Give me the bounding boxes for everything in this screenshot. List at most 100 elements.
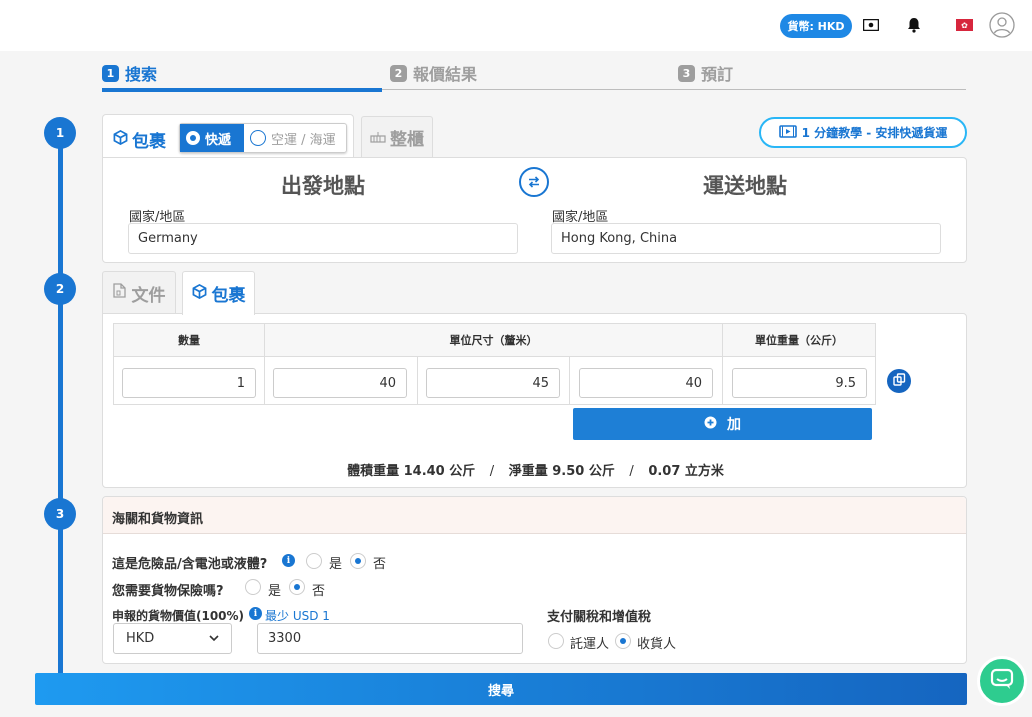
bell-icon[interactable] <box>905 16 923 34</box>
tab-parcel[interactable]: 包裹 快遞 空運 / 海運 <box>102 114 354 158</box>
video-icon <box>778 124 797 141</box>
vol-weight-value: 14.40 公斤 <box>403 464 476 479</box>
section-circle-3: 3 <box>44 498 76 530</box>
weight-header: 單位重量（公斤） <box>722 323 876 357</box>
cash-icon[interactable] <box>862 16 880 34</box>
minimum-value-text: 最少 USD 1 <box>265 609 330 623</box>
dangerous-yes-radio[interactable] <box>306 553 322 569</box>
tab-package[interactable]: 包裹 <box>182 271 255 315</box>
tutorial-button[interactable]: 1 分鐘教學 - 安排快遞貨運 <box>759 117 967 148</box>
width-input[interactable]: 45 <box>426 368 560 398</box>
progress-line <box>58 133 63 678</box>
net-weight-label: 淨重量 <box>508 464 548 479</box>
step-number: 3 <box>678 64 695 82</box>
vol-weight-label: 體積重量 <box>347 464 400 479</box>
step-booking[interactable]: 3 預訂 <box>678 61 733 85</box>
add-package-button[interactable]: 加 <box>573 408 872 440</box>
section-circle-2: 2 <box>44 273 76 305</box>
search-button[interactable]: 搜尋 <box>35 673 967 705</box>
tab-package-label: 包裹 <box>211 286 246 306</box>
chevron-down-icon <box>209 631 219 646</box>
chat-button[interactable] <box>977 656 1027 706</box>
tab-parcel-label: 包裹 <box>132 132 166 152</box>
height-input[interactable]: 40 <box>579 368 713 398</box>
dangerous-no-radio[interactable] <box>350 553 366 569</box>
tutorial-label: 1 分鐘教學 - 安排快遞貨運 <box>801 126 948 140</box>
dangerous-no-label: 否 <box>373 557 387 572</box>
duplicate-row-button[interactable] <box>887 369 911 393</box>
info-icon[interactable]: i <box>282 554 295 567</box>
insurance-no-label: 否 <box>312 584 326 599</box>
weight-input[interactable]: 9.5 <box>732 368 867 398</box>
cbm-value: 0.07 立方米 <box>648 464 724 479</box>
chat-icon <box>990 668 1014 694</box>
radio-selected-icon <box>186 131 200 145</box>
duty-receiver-radio[interactable] <box>615 633 631 649</box>
width-cell: 45 <box>417 356 570 405</box>
stepper-active-line <box>102 88 382 92</box>
customs-card: 海關和貨物資訊 這是危險品/含電池或液體? i 是 否 您需要貨物保險嗎? 是 … <box>102 496 967 664</box>
section-circle-1: 1 <box>44 117 76 149</box>
tab-document[interactable]: 文件 <box>102 271 176 314</box>
dims-header: 單位尺寸（釐米） <box>264 323 723 357</box>
tab-fcl-label: 整櫃 <box>390 130 424 150</box>
insurance-yes-label: 是 <box>268 584 282 599</box>
dest-country-input[interactable]: Hong Kong, China <box>551 223 941 254</box>
document-icon <box>112 283 126 303</box>
weight-summary: 體積重量 14.40 公斤 / 淨重量 9.50 公斤 / 0.07 立方米 <box>103 460 968 479</box>
duty-receiver-label: 收貨人 <box>637 637 677 652</box>
length-cell: 40 <box>264 356 418 405</box>
currency-button[interactable]: 貨幣: HKD <box>780 14 852 38</box>
insurance-yes-radio[interactable] <box>245 579 261 595</box>
user-avatar-icon[interactable] <box>989 12 1015 38</box>
package-card: 數量 單位尺寸（釐米） 單位重量（公斤） 1 40 45 40 9.5 加 體積… <box>102 313 967 488</box>
origin-country-input[interactable]: Germany <box>128 223 518 254</box>
height-cell: 40 <box>569 356 723 405</box>
step-quote-results[interactable]: 2 報價結果 <box>390 61 477 85</box>
weight-cell: 9.5 <box>722 356 876 405</box>
step-label: 搜索 <box>125 65 158 84</box>
info-icon[interactable]: i <box>249 607 262 620</box>
separator: / <box>489 464 495 479</box>
container-icon <box>370 128 386 148</box>
mode-express-option[interactable]: 快遞 <box>180 124 244 152</box>
origin-title: 出發地點 <box>281 174 365 198</box>
radio-empty-icon <box>250 130 266 146</box>
mode-toggle: 快遞 空運 / 海運 <box>179 123 347 153</box>
insurance-no-radio[interactable] <box>289 579 305 595</box>
hk-flag-icon[interactable]: ✿ <box>955 16 973 34</box>
qty-cell: 1 <box>113 356 265 405</box>
duty-shipper-label: 託運人 <box>570 637 610 652</box>
swap-locations-button[interactable] <box>519 167 549 197</box>
step-label: 預訂 <box>701 65 734 84</box>
copy-icon <box>892 373 906 389</box>
qty-header: 數量 <box>113 323 265 357</box>
step-label: 報價結果 <box>413 65 478 84</box>
mode-express-label: 快遞 <box>205 132 232 148</box>
mode-air-sea-label: 空運 / 海運 <box>271 132 336 148</box>
dangerous-goods-question: 這是危險品/含電池或液體? <box>112 557 268 572</box>
declared-value-input[interactable]: 3300 <box>257 623 523 654</box>
length-input[interactable]: 40 <box>273 368 407 398</box>
svg-text:✿: ✿ <box>961 21 968 30</box>
currency-select-value: HKD <box>126 631 155 646</box>
box-icon <box>113 129 128 150</box>
location-card: 出發地點 運送地點 國家/地區 Germany 國家/地區 Hong Kong,… <box>102 157 967 263</box>
tab-document-label: 文件 <box>131 285 166 306</box>
plus-circle-icon <box>704 416 717 433</box>
declared-value-label: 申報的貨物價值(100%) <box>112 609 245 623</box>
duty-label: 支付關稅和增值稅 <box>547 610 652 625</box>
mode-air-sea-option[interactable]: 空運 / 海運 <box>244 124 342 152</box>
step-number: 1 <box>102 64 119 82</box>
separator: / <box>629 464 634 479</box>
customs-title: 海關和貨物資訊 <box>103 497 966 534</box>
box-icon <box>192 283 207 304</box>
net-weight-value: 9.50 公斤 <box>552 464 615 479</box>
dest-title: 運送地點 <box>703 174 787 198</box>
duty-shipper-radio[interactable] <box>548 633 564 649</box>
tab-fcl[interactable]: 整櫃 <box>361 116 433 158</box>
step-number: 2 <box>390 64 407 82</box>
step-search[interactable]: 1 搜索 <box>102 61 157 85</box>
qty-input[interactable]: 1 <box>122 368 256 398</box>
currency-select[interactable]: HKD <box>113 623 232 654</box>
